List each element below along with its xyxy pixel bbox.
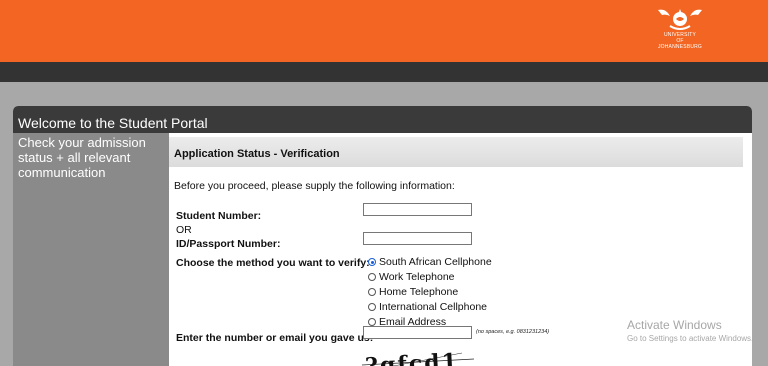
radio-label: Work Telephone [379,271,455,283]
id-passport-input[interactable] [363,232,472,245]
radio-icon[interactable] [368,288,376,296]
or-text: OR [176,224,192,236]
form-title: Application Status - Verification [169,137,743,167]
radio-work-telephone[interactable]: Work Telephone [368,270,455,284]
logo-emblem-icon [658,9,702,30]
id-passport-label: ID/Passport Number: [176,238,281,250]
contact-label: Enter the number or email you gave us: [176,332,374,344]
radio-icon[interactable] [368,273,376,281]
verify-method-label: Choose the method you want to verify: [176,257,370,269]
windows-activation-watermark: Activate Windows Go to Settings to activ… [627,318,753,343]
top-banner: UNIVERSITY OF JOHANNESBURG [0,0,768,62]
university-logo[interactable]: UNIVERSITY OF JOHANNESBURG [652,6,708,56]
form-intro: Before you proceed, please supply the fo… [174,180,455,192]
radio-label: International Cellphone [379,301,487,313]
watermark-title: Activate Windows [627,318,722,332]
watermark-subtitle: Go to Settings to activate Windows. [627,334,754,343]
contact-hint: (no spaces, e.g. 0831231234) [476,329,550,335]
captcha-text: ?qfcd1 [364,349,459,366]
radio-international-cellphone[interactable]: International Cellphone [368,300,487,314]
sidebar-description: Check your admission status + all releva… [13,133,169,366]
nav-bar [0,62,768,82]
radio-icon[interactable] [368,318,376,326]
logo-line3: JOHANNESBURG [657,44,703,50]
radio-sa-cellphone[interactable]: South African Cellphone [368,255,492,269]
student-number-label: Student Number: [176,210,262,222]
radio-label: Home Telephone [379,286,459,298]
radio-home-telephone[interactable]: Home Telephone [368,285,458,299]
contact-input[interactable] [363,326,472,339]
panel-title: Welcome to the Student Portal [13,106,752,133]
radio-label: South African Cellphone [379,256,492,268]
radio-selected-icon[interactable] [368,258,376,266]
student-number-input[interactable] [363,203,472,216]
captcha-image: ?qfcd1 [362,347,474,366]
radio-icon[interactable] [368,303,376,311]
